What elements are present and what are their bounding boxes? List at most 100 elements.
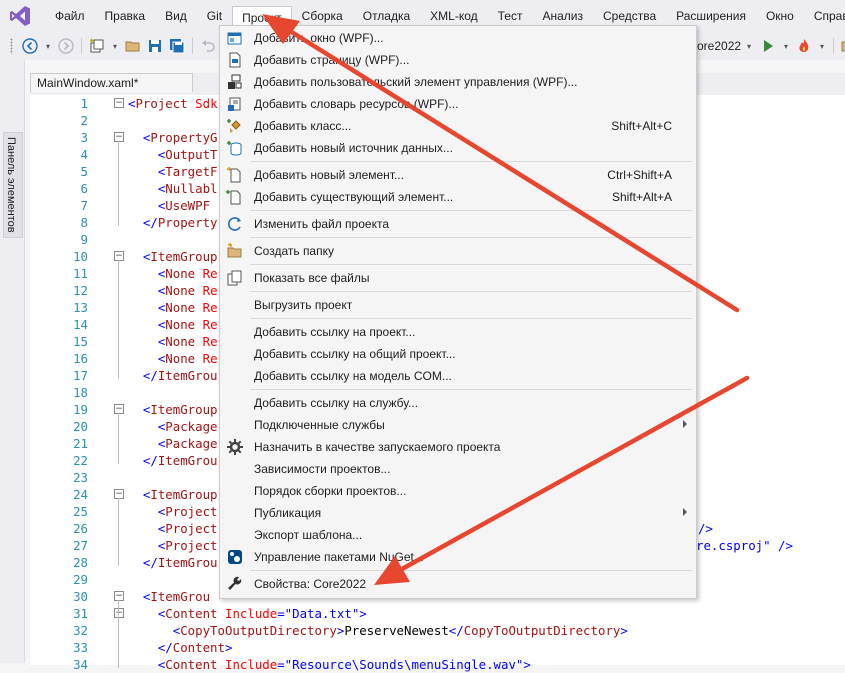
toolbox-tab-label: Панель элементов [5, 137, 17, 233]
hot-reload-icon[interactable] [796, 38, 812, 54]
project-menu-item[interactable]: Порядок сборки проектов... [220, 480, 696, 502]
add-page-icon [227, 52, 243, 68]
new-project-dropdown-icon[interactable]: ▾ [111, 38, 119, 54]
project-menu-item[interactable]: Добавить существующий элемент... Shift+Al… [220, 186, 696, 208]
project-menu-item[interactable]: Свойства: Core2022 [220, 573, 696, 595]
project-menu-item[interactable]: Добавить пользовательский элемент управл… [220, 71, 696, 93]
code-token: Sdk [195, 96, 218, 111]
add-user-control-icon [227, 74, 243, 90]
project-menu-item-label: Публикация [254, 506, 322, 520]
project-menu-item[interactable]: Изменить файл проекта [220, 213, 696, 235]
menu-13[interactable]: Справка [804, 5, 845, 27]
project-menu-item-label: Добавить ссылку на проект... [254, 325, 416, 339]
save-icon[interactable] [147, 38, 163, 54]
project-menu-item[interactable]: Подключенные службы [220, 414, 696, 436]
menu-6[interactable]: Отладка [353, 5, 420, 27]
code-token: "> [515, 657, 531, 672]
chevron-down-icon[interactable]: ▾ [747, 42, 751, 51]
code-text: <Project [158, 537, 218, 554]
collapse-icon[interactable]: − [114, 591, 124, 601]
menu-10[interactable]: Средства [593, 5, 666, 27]
back-dropdown-icon[interactable]: ▾ [44, 38, 52, 54]
project-menu-item[interactable]: Выгрузить проект [220, 294, 696, 316]
code-token: None [165, 266, 203, 281]
collapse-icon[interactable]: − [114, 404, 124, 414]
toolbar-grip[interactable] [10, 38, 13, 54]
hot-reload-dropdown-icon[interactable]: ▾ [818, 38, 826, 54]
code-line: 33 </Content> [30, 639, 845, 656]
code-text: <OutputT [158, 146, 218, 163]
project-menu-item[interactable]: Добавить ссылку на общий проект... [220, 343, 696, 365]
keyboard-shortcut: Shift+Alt+C [611, 119, 672, 133]
menu-3[interactable]: Git [197, 5, 232, 27]
project-menu-item-label: Порядок сборки проектов... [254, 484, 407, 498]
collapse-icon[interactable]: − [114, 489, 124, 499]
code-fragment: re.csproj" /> [696, 537, 845, 554]
project-menu-item[interactable]: Добавить новый источник данных... [220, 137, 696, 159]
code-token: Re [202, 283, 218, 298]
code-token: Project [165, 538, 218, 553]
menu-2[interactable]: Вид [155, 5, 197, 27]
collapse-icon[interactable]: − [114, 132, 124, 142]
menu-11[interactable]: Расширения [666, 5, 756, 27]
new-project-icon[interactable] [89, 38, 105, 54]
project-menu-item[interactable]: Добавить ссылку на модель COM... [220, 365, 696, 387]
collapse-icon[interactable]: − [114, 608, 124, 618]
start-icon[interactable] [760, 38, 776, 54]
code-fragment: /> [698, 520, 845, 537]
menu-1[interactable]: Правка [95, 5, 156, 27]
project-menu-item[interactable]: Публикация [220, 502, 696, 524]
project-menu-item[interactable]: Показать все файлы [220, 267, 696, 289]
code-text: <None Re [158, 333, 218, 350]
project-menu-item[interactable]: Зависимости проектов... [220, 458, 696, 480]
line-number: 1 [80, 96, 88, 111]
code-token: ItemGrou [157, 453, 218, 468]
code-token: Content [172, 640, 225, 655]
solution-explorer-icon[interactable] [841, 38, 845, 54]
open-folder-icon[interactable] [125, 38, 141, 54]
code-text: <Project [158, 520, 218, 537]
add-data-source-icon [227, 140, 243, 156]
menu-7[interactable]: XML-код [420, 5, 487, 27]
line-number: 21 [73, 436, 88, 451]
toolbox-tab[interactable]: Панель элементов [3, 132, 23, 238]
menu-8[interactable]: Тест [488, 5, 533, 27]
project-menu-item[interactable]: Добавить страницу (WPF)... [220, 49, 696, 71]
outline-guide [118, 141, 119, 226]
save-all-icon[interactable] [169, 38, 185, 54]
document-tab[interactable]: MainWindow.xaml* [30, 73, 193, 92]
project-menu-item[interactable]: Управление пакетами NuGet... [220, 546, 696, 568]
menu-9[interactable]: Анализ [532, 5, 593, 27]
project-menu-item[interactable]: Добавить класс... Shift+Alt+C [220, 115, 696, 137]
project-menu-item[interactable]: Создать папку [220, 240, 696, 262]
code-text: <Project [158, 503, 218, 520]
code-text: </ItemGrou [143, 367, 218, 384]
project-menu-item[interactable]: Добавить ссылку на проект... [220, 321, 696, 343]
project-menu-item[interactable]: Добавить ссылку на службу... [220, 392, 696, 414]
line-number: 20 [73, 419, 88, 434]
menu-0[interactable]: Файл [45, 5, 95, 27]
menu-5[interactable]: Сборка [292, 5, 353, 27]
code-text: <ItemGrou [143, 588, 210, 605]
code-token: "> [351, 606, 367, 621]
project-menu-item[interactable]: Добавить новый элемент... Ctrl+Shift+A [220, 164, 696, 186]
line-number: 4 [80, 147, 88, 162]
collapse-icon[interactable]: − [114, 98, 124, 108]
code-token: None [165, 283, 203, 298]
line-number: 18 [73, 385, 88, 400]
project-menu-item[interactable]: Назначить в качестве запускаемого проект… [220, 436, 696, 458]
startup-project-selector[interactable]: ore2022 [697, 39, 741, 53]
undo-icon[interactable] [200, 38, 216, 54]
back-icon[interactable] [22, 38, 38, 54]
project-menu-item[interactable]: Экспорт шаблона... [220, 524, 696, 546]
start-dropdown-icon[interactable]: ▾ [782, 38, 790, 54]
forward-icon[interactable] [58, 38, 74, 54]
visual-studio-logo-icon[interactable] [9, 5, 31, 27]
project-menu-item[interactable]: Добавить окно (WPF)... [220, 27, 696, 49]
project-menu-item[interactable]: Добавить словарь ресурсов (WPF)... [220, 93, 696, 115]
code-text: <ItemGroup [143, 248, 218, 265]
keyboard-shortcut: Ctrl+Shift+A [607, 168, 672, 182]
collapse-icon[interactable]: − [114, 251, 124, 261]
menu-12[interactable]: Окно [756, 5, 804, 27]
document-tab-label: MainWindow.xaml* [37, 76, 139, 90]
